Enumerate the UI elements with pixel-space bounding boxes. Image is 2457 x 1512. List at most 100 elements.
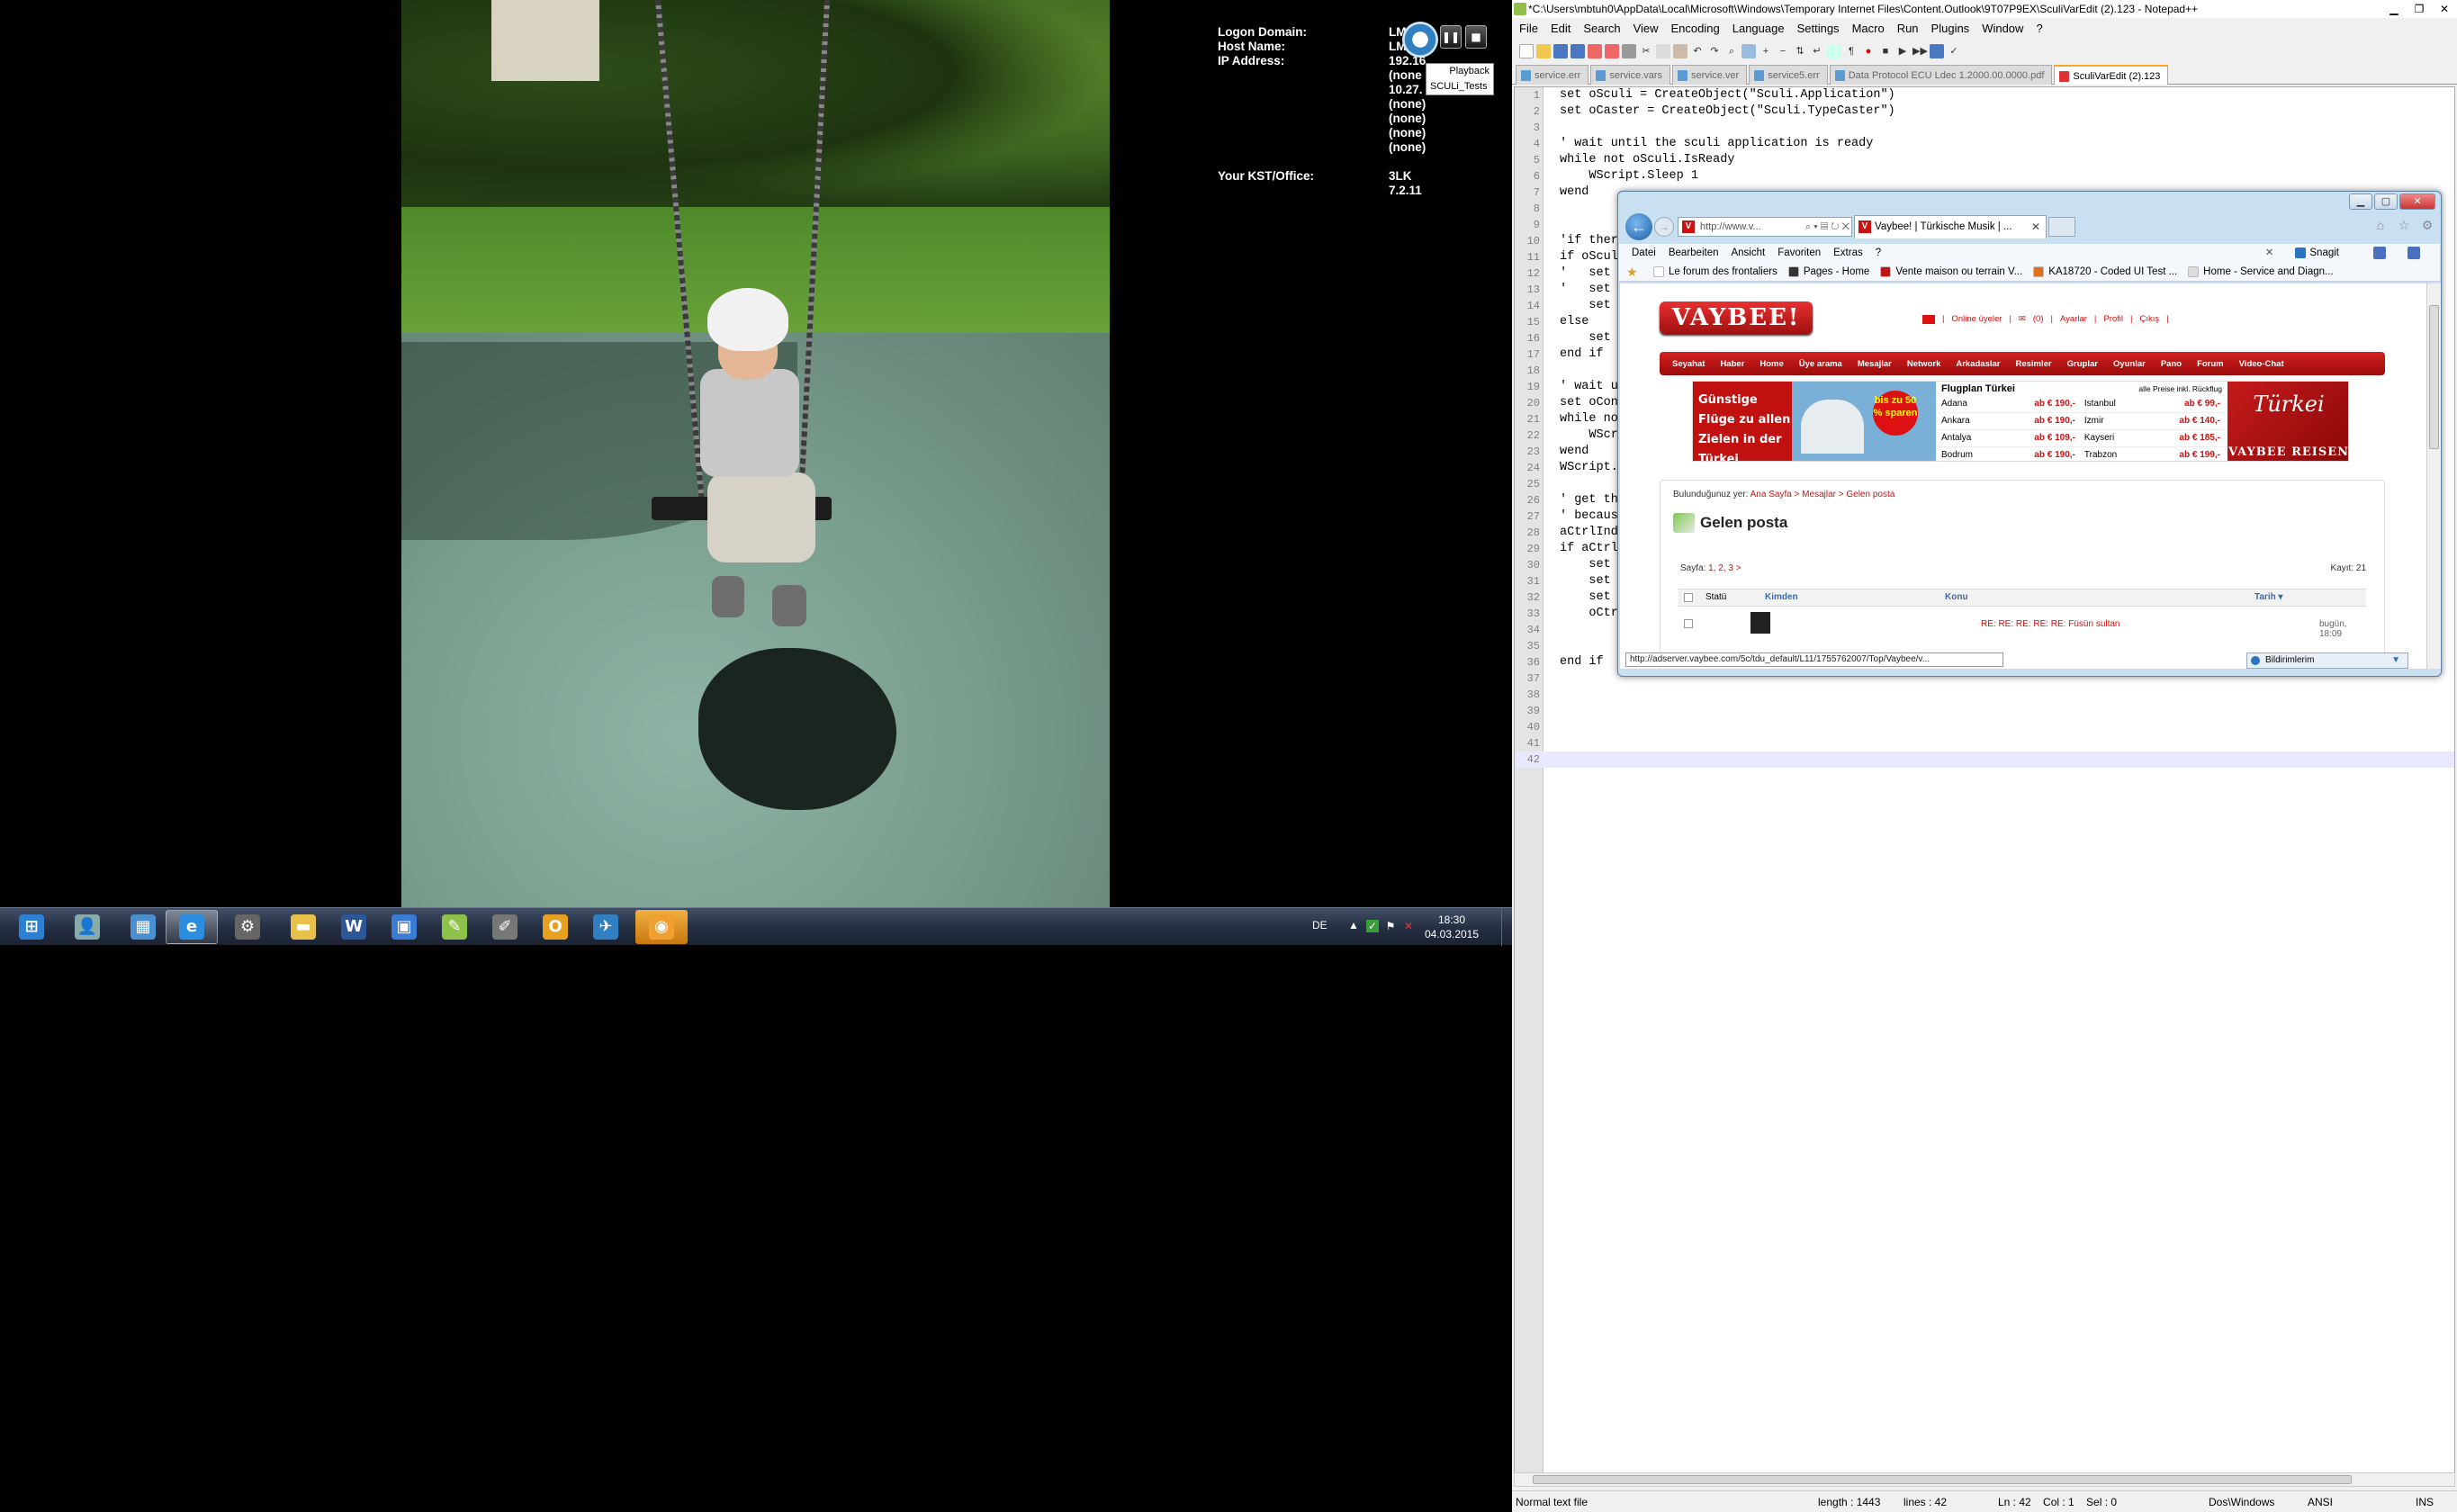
- run-macro-multiple-icon[interactable]: ▶▶: [1912, 44, 1928, 58]
- taskbar-notepadpp[interactable]: ✎: [428, 910, 481, 944]
- play-macro-icon[interactable]: ▶: [1895, 44, 1910, 58]
- online-members-link[interactable]: Online üyeler: [1951, 314, 2002, 324]
- code-line[interactable]: 2 set oCaster = CreateObject("Sculi.TypeC…: [1515, 104, 2454, 120]
- ie-menu-item[interactable]: Ansicht: [1731, 244, 1765, 262]
- snagit-window-icon[interactable]: [2408, 247, 2420, 259]
- nav-item[interactable]: Gruplar: [2067, 359, 2098, 369]
- code-line[interactable]: 39: [1515, 703, 2454, 719]
- row-checkbox[interactable]: [1684, 619, 1693, 628]
- taskbar-settings[interactable]: ⚙: [221, 910, 274, 944]
- menu-run-item[interactable]: Run: [1897, 20, 1919, 38]
- taskbar-ie[interactable]: e: [166, 910, 218, 944]
- nav-item[interactable]: Oyunlar: [2113, 359, 2146, 369]
- tools-gear-icon[interactable]: ⚙: [2419, 217, 2435, 233]
- show-hidden-icons-button[interactable]: ▲: [1348, 919, 1359, 932]
- nav-item[interactable]: Üye arama: [1799, 359, 1842, 369]
- taskbar-snagit[interactable]: ◉: [635, 910, 688, 944]
- menu-window-item[interactable]: Window: [1982, 20, 2023, 38]
- taskbar-word[interactable]: W: [328, 910, 380, 944]
- word-wrap-icon[interactable]: ↵: [1810, 44, 1824, 58]
- ie-maximize-button[interactable]: ▢: [2374, 194, 2398, 210]
- nav-item[interactable]: Haber: [1720, 359, 1744, 369]
- code-line[interactable]: 42: [1515, 752, 2454, 768]
- ie-menu-item[interactable]: Datei: [1632, 244, 1656, 262]
- menu--item[interactable]: ?: [2036, 20, 2042, 38]
- restore-button[interactable]: ❐: [2407, 0, 2432, 18]
- menu-edit-item[interactable]: Edit: [1551, 20, 1570, 38]
- nav-item[interactable]: Arkadaslar: [1956, 359, 2000, 369]
- code-line[interactable]: 1 set oSculi = CreateObject("Sculi.Applic…: [1515, 87, 2454, 104]
- scrollbar-thumb[interactable]: [2429, 305, 2439, 449]
- undo-icon[interactable]: ↶: [1690, 44, 1705, 58]
- settings-link[interactable]: Ayarlar: [2060, 314, 2087, 324]
- forward-button[interactable]: →: [1654, 217, 1674, 237]
- ie-minimize-button[interactable]: ▁: [2349, 194, 2372, 210]
- col-subject[interactable]: Konu: [1945, 590, 1968, 606]
- open-file-icon[interactable]: [1536, 44, 1551, 58]
- paste-icon[interactable]: [1673, 44, 1688, 58]
- nav-item[interactable]: Pano: [2161, 359, 2182, 369]
- nav-item[interactable]: Forum: [2197, 359, 2224, 369]
- home-icon[interactable]: ⌂: [2372, 217, 2389, 233]
- nav-item[interactable]: Network: [1907, 359, 1940, 369]
- document-tab[interactable]: Data Protocol ECU Ldec 1.2000.00.0000.pd…: [1829, 65, 2053, 85]
- new-tab-button[interactable]: [2048, 217, 2075, 237]
- tab-close-icon[interactable]: ✕: [2031, 216, 2040, 238]
- save-macro-icon[interactable]: [1930, 44, 1944, 58]
- action-center-flag-icon[interactable]: ⚑: [1384, 920, 1397, 932]
- ie-vertical-scrollbar[interactable]: [2426, 284, 2441, 669]
- document-tab[interactable]: service5.err: [1749, 65, 1828, 85]
- favorite-link[interactable]: KA18720 - Coded UI Test ...: [2033, 262, 2177, 281]
- snagit-button[interactable]: Snagit: [2295, 244, 2352, 262]
- avatar[interactable]: [1750, 612, 1770, 634]
- document-tab[interactable]: service.err: [1516, 65, 1589, 85]
- playback-logo-icon[interactable]: [1402, 22, 1438, 58]
- page-links[interactable]: 1, 2, 3 >: [1708, 563, 1741, 573]
- col-from[interactable]: Kimden: [1765, 590, 1798, 606]
- close-file-icon[interactable]: [1588, 44, 1602, 58]
- zoom-in-icon[interactable]: +: [1759, 44, 1773, 58]
- start-button[interactable]: ⊞: [5, 910, 58, 944]
- ie-menu-item[interactable]: Bearbeiten: [1669, 244, 1719, 262]
- close-menu-icon[interactable]: ✕: [2265, 244, 2274, 262]
- record-macro-icon[interactable]: ●: [1861, 44, 1876, 58]
- menu-plugins-item[interactable]: Plugins: [1931, 20, 1970, 38]
- volume-muted-icon[interactable]: ✕: [1402, 920, 1415, 932]
- replace-icon[interactable]: [1742, 44, 1756, 58]
- document-tab[interactable]: service.vars: [1590, 65, 1671, 85]
- address-controls[interactable]: ⌕ ▾ ▤ ↻ ✕: [1805, 218, 1850, 236]
- menu-macro-item[interactable]: Macro: [1852, 20, 1885, 38]
- nav-item[interactable]: Resimler: [2015, 359, 2051, 369]
- back-button[interactable]: ←: [1625, 213, 1652, 240]
- show-desktop-button[interactable]: [1501, 908, 1512, 946]
- mail-icon[interactable]: ✉: [2019, 314, 2026, 324]
- scrollbar-thumb[interactable]: [1533, 1475, 2352, 1484]
- security-shield-icon[interactable]: ✓: [1366, 920, 1379, 932]
- browser-tab[interactable]: V Vaybee! | Türkische Musik | ... ✕: [1854, 215, 2047, 238]
- show-all-chars-icon[interactable]: ¶: [1844, 44, 1858, 58]
- vaybee-logo[interactable]: VAYBEE!: [1660, 302, 1813, 334]
- nav-item[interactable]: Video-Chat: [2239, 359, 2284, 369]
- code-line[interactable]: 38: [1515, 687, 2454, 703]
- horizontal-scrollbar[interactable]: [1514, 1472, 2455, 1487]
- menu-encoding-item[interactable]: Encoding: [1671, 20, 1720, 38]
- document-tab[interactable]: SculiVarEdit (2).123: [2054, 65, 2169, 85]
- message-count[interactable]: (0): [2033, 314, 2044, 324]
- ie-menu-item[interactable]: Favoriten: [1778, 244, 1821, 262]
- save-all-icon[interactable]: [1570, 44, 1585, 58]
- indent-guide-icon[interactable]: [1827, 44, 1841, 58]
- taskbar-network[interactable]: ▦: [117, 910, 169, 944]
- close-all-icon[interactable]: [1605, 44, 1619, 58]
- copy-icon[interactable]: [1656, 44, 1670, 58]
- col-date[interactable]: Tarih ▾: [2254, 590, 2283, 606]
- favorite-link[interactable]: Home - Service and Diagn...: [2188, 262, 2334, 281]
- sync-scroll-icon[interactable]: ⇅: [1793, 44, 1807, 58]
- notifications-bar[interactable]: Bildirimlerim ▼: [2246, 652, 2408, 669]
- row-subject[interactable]: RE: RE: RE: RE: RE: Füsün sultan: [1981, 619, 2120, 629]
- chevron-down-icon[interactable]: ▼: [2391, 653, 2400, 668]
- code-line[interactable]: 5 while not oSculi.IsReady: [1515, 152, 2454, 168]
- menu-view-item[interactable]: View: [1634, 20, 1659, 38]
- add-favorite-icon[interactable]: ★: [1626, 265, 1641, 279]
- notepadpp-titlebar[interactable]: *C:\Users\mbtuh0\AppData\Local\Microsoft…: [1512, 0, 2457, 18]
- save-icon[interactable]: [1553, 44, 1568, 58]
